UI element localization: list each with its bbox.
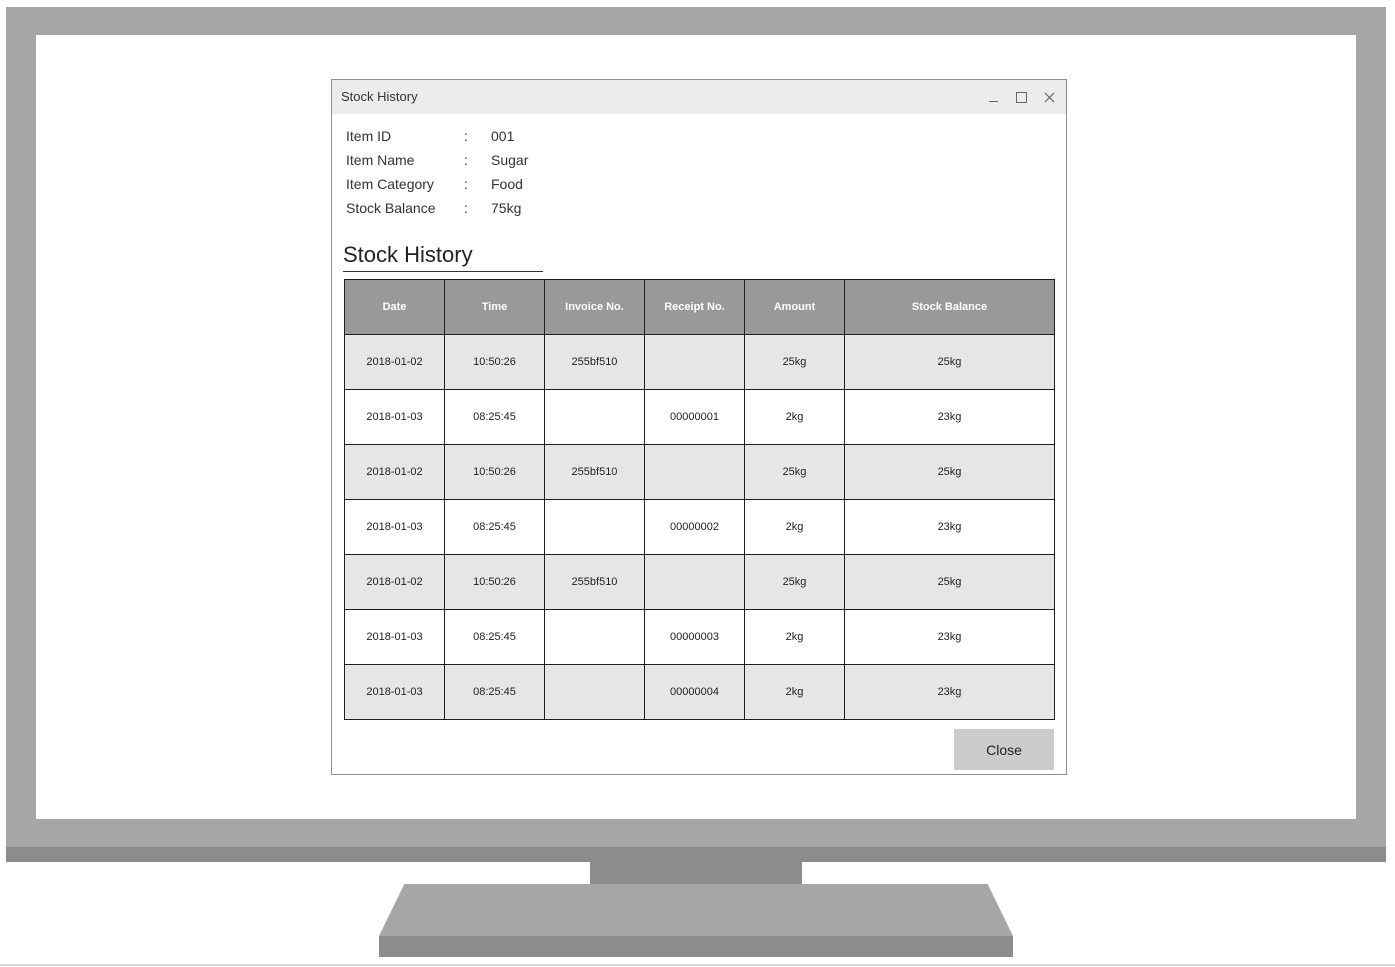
table-header-row: Date Time Invoice No. Receipt No. Amount…	[344, 279, 1055, 335]
table-row[interactable]: 2018-01-03 08:25:45 00000003 2kg 23kg	[344, 609, 1055, 665]
cell-invoice-no	[544, 499, 645, 555]
cell-receipt-no	[644, 444, 745, 500]
maximize-icon	[1015, 91, 1027, 103]
window-titlebar[interactable]: Stock History	[332, 80, 1066, 114]
cell-receipt-no: 00000002	[644, 499, 745, 555]
cell-date: 2018-01-02	[344, 334, 445, 390]
close-window-button[interactable]	[1038, 86, 1060, 108]
cell-invoice-no	[544, 389, 645, 445]
column-header-invoice-no[interactable]: Invoice No.	[544, 279, 645, 335]
cell-receipt-no	[644, 334, 745, 390]
cell-receipt-no: 00000003	[644, 609, 745, 665]
table-row[interactable]: 2018-01-03 08:25:45 00000001 2kg 23kg	[344, 389, 1055, 445]
cell-date: 2018-01-02	[344, 444, 445, 500]
cell-stock-balance: 23kg	[844, 389, 1055, 445]
column-header-receipt-no[interactable]: Receipt No.	[644, 279, 745, 335]
column-header-stock-balance[interactable]: Stock Balance	[844, 279, 1055, 335]
cell-date: 2018-01-02	[344, 554, 445, 610]
info-separator: :	[464, 152, 468, 168]
info-separator: :	[464, 200, 468, 216]
cell-stock-balance: 25kg	[844, 444, 1055, 500]
cell-receipt-no	[644, 554, 745, 610]
cell-time: 08:25:45	[444, 389, 545, 445]
cell-invoice-no: 255bf510	[544, 334, 645, 390]
monitor-stand-base	[379, 936, 1013, 957]
close-button[interactable]: Close	[954, 729, 1054, 770]
stock-history-window: Stock History Item ID : 001 Item Name :	[331, 79, 1067, 775]
cell-amount: 2kg	[744, 499, 845, 555]
table-row[interactable]: 2018-01-02 10:50:26 255bf510 25kg 25kg	[344, 444, 1055, 500]
section-title: Stock History	[343, 242, 473, 267]
column-header-amount[interactable]: Amount	[744, 279, 845, 335]
cell-date: 2018-01-03	[344, 664, 445, 720]
info-label: Stock Balance	[346, 200, 436, 216]
cell-stock-balance: 23kg	[844, 609, 1055, 665]
column-header-time[interactable]: Time	[444, 279, 545, 335]
cell-stock-balance: 25kg	[844, 554, 1055, 610]
cell-invoice-no	[544, 609, 645, 665]
info-value: 75kg	[491, 200, 522, 216]
cell-amount: 2kg	[744, 609, 845, 665]
info-label: Item Category	[346, 176, 434, 192]
cell-amount: 2kg	[744, 389, 845, 445]
cell-invoice-no: 255bf510	[544, 444, 645, 500]
cell-date: 2018-01-03	[344, 499, 445, 555]
floor-line	[0, 964, 1395, 966]
table-row[interactable]: 2018-01-03 08:25:45 00000002 2kg 23kg	[344, 499, 1055, 555]
column-header-date[interactable]: Date	[344, 279, 445, 335]
close-icon	[1044, 92, 1054, 102]
info-value: 001	[491, 128, 515, 144]
section-divider	[343, 271, 543, 272]
cell-invoice-no: 255bf510	[544, 554, 645, 610]
table-row[interactable]: 2018-01-02 10:50:26 255bf510 25kg 25kg	[344, 554, 1055, 610]
cell-receipt-no: 00000004	[644, 664, 745, 720]
monitor-stand	[379, 884, 1013, 936]
maximize-button[interactable]	[1010, 86, 1032, 108]
cell-date: 2018-01-03	[344, 389, 445, 445]
cell-amount: 25kg	[744, 444, 845, 500]
cell-amount: 25kg	[744, 334, 845, 390]
info-label: Item ID	[346, 128, 392, 144]
info-label: Item Name	[346, 152, 415, 168]
cell-amount: 2kg	[744, 664, 845, 720]
minimize-button[interactable]	[982, 86, 1004, 108]
cell-time: 10:50:26	[444, 554, 545, 610]
cell-amount: 25kg	[744, 554, 845, 610]
minimize-icon	[988, 100, 998, 102]
cell-stock-balance: 23kg	[844, 664, 1055, 720]
cell-stock-balance: 23kg	[844, 499, 1055, 555]
table-row[interactable]: 2018-01-03 08:25:45 00000004 2kg 23kg	[344, 664, 1055, 720]
info-separator: :	[464, 176, 468, 192]
cell-time: 10:50:26	[444, 334, 545, 390]
stock-history-table: Date Time Invoice No. Receipt No. Amount…	[344, 279, 1055, 720]
stage: Stock History Item ID : 001 Item Name :	[0, 0, 1395, 967]
cell-stock-balance: 25kg	[844, 334, 1055, 390]
monitor-chin	[6, 847, 1386, 862]
cell-time: 08:25:45	[444, 664, 545, 720]
cell-time: 08:25:45	[444, 499, 545, 555]
info-value: Sugar	[491, 152, 529, 168]
info-value: Food	[491, 176, 523, 192]
window-title: Stock History	[341, 89, 418, 104]
cell-receipt-no: 00000001	[644, 389, 745, 445]
table-row[interactable]: 2018-01-02 10:50:26 255bf510 25kg 25kg	[344, 334, 1055, 390]
cell-invoice-no	[544, 664, 645, 720]
cell-date: 2018-01-03	[344, 609, 445, 665]
cell-time: 10:50:26	[444, 444, 545, 500]
cell-time: 08:25:45	[444, 609, 545, 665]
info-separator: :	[464, 128, 468, 144]
